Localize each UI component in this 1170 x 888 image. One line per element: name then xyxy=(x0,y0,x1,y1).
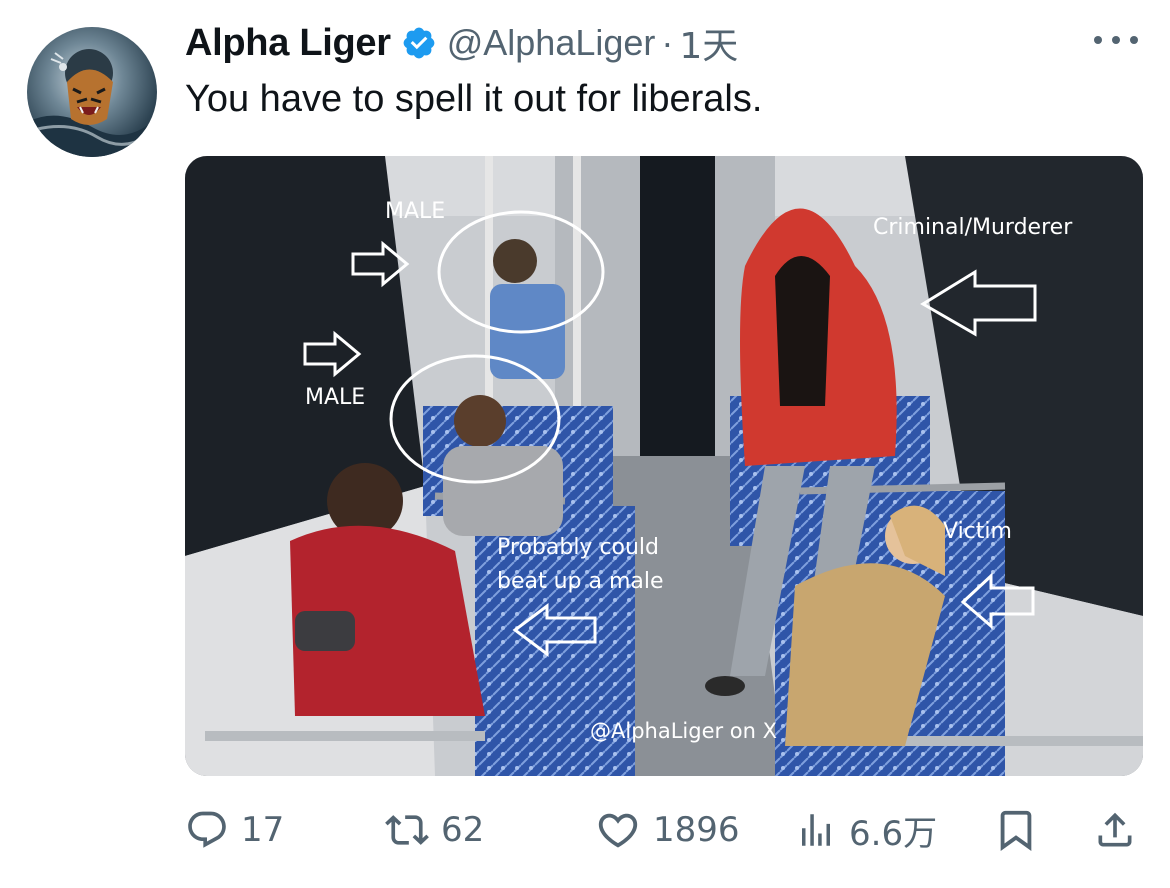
tweet-text: You have to spell it out for liberals. xyxy=(185,78,763,120)
reply-button[interactable]: 17 xyxy=(185,800,284,860)
author-display-name[interactable]: Alpha Liger xyxy=(185,22,391,65)
train-surveillance-image: MALE MALE Criminal/Murderer Victim Proba… xyxy=(185,156,1143,776)
bookmark-button[interactable] xyxy=(993,800,1039,860)
views-button[interactable]: 6.6万 xyxy=(795,800,937,860)
label-probably-line2: beat up a male xyxy=(497,569,664,594)
like-count: 1896 xyxy=(653,810,740,850)
tweet-media[interactable]: MALE MALE Criminal/Murderer Victim Proba… xyxy=(185,156,1143,776)
tweet-timestamp[interactable]: 1天 xyxy=(679,17,738,69)
label-criminal: Criminal/Murderer xyxy=(873,215,1073,240)
views-count: 6.6万 xyxy=(849,813,938,854)
views-bar-chart-icon xyxy=(802,814,830,846)
tweet-header: Alpha Liger @AlphaLiger · 1天 xyxy=(185,18,738,68)
tiger-pilot-avatar-image xyxy=(27,49,157,157)
share-button[interactable] xyxy=(1093,800,1137,860)
author-handle[interactable]: @AlphaLiger xyxy=(447,22,656,64)
repost-button[interactable]: 62 xyxy=(385,800,484,860)
repost-icon xyxy=(385,815,429,845)
reply-count: 17 xyxy=(241,810,285,850)
tweet-action-bar: 17 62 1896 6.6万 xyxy=(185,800,1145,860)
label-male-left: MALE xyxy=(305,385,365,410)
verified-badge-icon[interactable] xyxy=(401,25,437,61)
like-button[interactable]: 1896 xyxy=(595,800,740,860)
share-icon xyxy=(1098,812,1132,847)
label-probably-line1: Probably could xyxy=(497,535,659,560)
media-watermark: @AlphaLiger on X xyxy=(590,719,777,743)
more-options-icon[interactable] xyxy=(1094,30,1138,50)
separator-dot: · xyxy=(661,22,674,63)
repost-count: 62 xyxy=(441,810,485,850)
reply-icon xyxy=(188,811,226,848)
label-victim: Victim xyxy=(943,519,1012,544)
label-male-top: MALE xyxy=(385,199,445,224)
author-avatar[interactable] xyxy=(27,27,157,157)
heart-icon xyxy=(598,813,638,848)
bookmark-icon xyxy=(1000,810,1032,851)
